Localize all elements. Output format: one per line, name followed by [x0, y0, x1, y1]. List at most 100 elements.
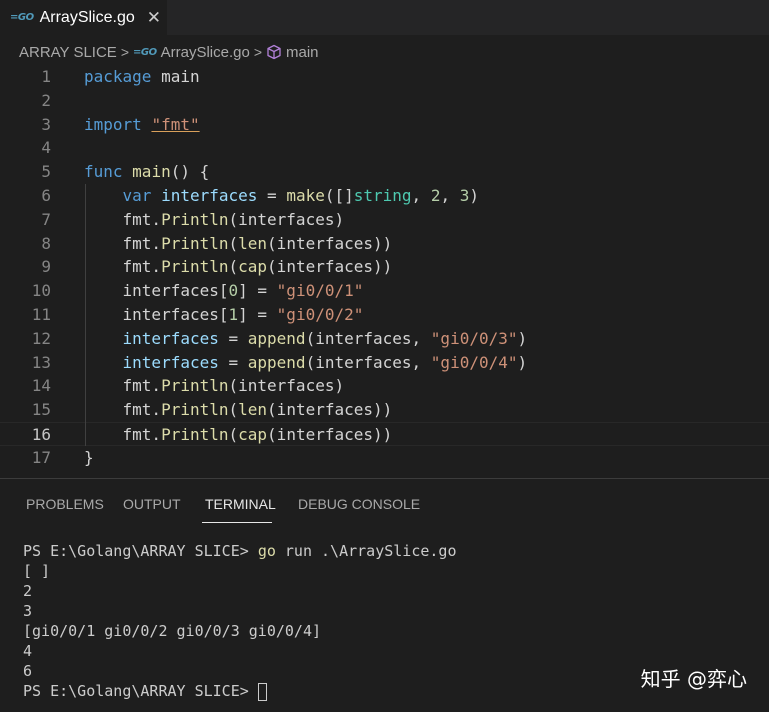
tab-problems[interactable]: PROBLEMS — [26, 496, 104, 512]
code-token: interfaces[ — [84, 305, 229, 324]
code-text: fmt.Println(cap(interfaces)) — [84, 255, 393, 279]
code-token: (interfaces)) — [267, 425, 393, 444]
breadcrumb-symbol[interactable]: main — [286, 44, 319, 61]
indent-guide — [85, 184, 86, 446]
code-token: (interfaces) — [228, 376, 345, 396]
code-token: fmt. — [84, 376, 162, 396]
code-text: interfaces[1] = "gi0/0/2" — [84, 303, 364, 327]
code-line[interactable]: 11 interfaces[1] = "gi0/0/2" — [0, 303, 769, 327]
code-line[interactable]: 13 interfaces = append(interfaces, "gi0/… — [0, 351, 769, 375]
code-token: () { — [170, 162, 210, 182]
code-token: (interfaces, — [305, 328, 431, 348]
code-token: (interfaces)) — [267, 257, 393, 277]
close-icon[interactable]: ✕ — [147, 8, 161, 28]
code-text: fmt.Println(len(interfaces)) — [84, 232, 393, 256]
terminal-output-line: [ ] — [23, 562, 51, 580]
code-line[interactable]: 12 interfaces = append(interfaces, "gi0/… — [0, 327, 769, 351]
code-line[interactable]: 16 fmt.Println(cap(interfaces)) — [0, 422, 769, 446]
go-file-icon: =GO — [133, 46, 157, 58]
code-token: (interfaces)) — [267, 233, 393, 253]
terminal-prompt: PS E:\Golang\ARRAY SLICE> — [23, 542, 258, 560]
line-number: 7 — [41, 209, 51, 229]
code-token: string — [353, 186, 412, 205]
tab-terminal[interactable]: TERMINAL — [205, 496, 276, 512]
code-token: func — [84, 162, 123, 182]
terminal-command-args: run .\ArraySlice.go — [275, 542, 457, 560]
code-token: Println — [161, 233, 229, 253]
line-number: 2 — [41, 90, 51, 110]
code-token: interfaces — [122, 352, 219, 372]
code-token: Println — [161, 376, 229, 396]
code-line[interactable]: 5 func main() { — [0, 160, 769, 184]
code-token: ) — [517, 352, 528, 372]
code-line[interactable]: 10 interfaces[0] = "gi0/0/1" — [0, 279, 769, 303]
code-token: "gi0/0/4" — [430, 352, 518, 372]
line-number: 4 — [41, 138, 51, 158]
code-token: ) — [469, 186, 479, 205]
code-line[interactable]: 4 — [0, 136, 769, 160]
code-line[interactable]: 2 — [0, 89, 769, 113]
code-token: Println — [161, 257, 229, 277]
go-file-icon: =GO — [10, 12, 34, 23]
code-line[interactable]: 15 fmt.Println(len(interfaces)) — [0, 398, 769, 422]
code-text: fmt.Println(cap(interfaces)) — [84, 423, 393, 447]
code-token: cap — [238, 257, 268, 277]
code-token: interfaces[ — [84, 281, 229, 301]
code-token: = — [257, 186, 287, 205]
line-number: 13 — [31, 352, 51, 372]
code-text: } — [84, 446, 94, 470]
code-token: cap — [238, 425, 268, 444]
code-line[interactable]: 9 fmt.Println(cap(interfaces)) — [0, 255, 769, 279]
code-token: "gi0/0/3" — [430, 328, 518, 348]
line-number: 14 — [31, 376, 51, 396]
chevron-right-icon: > — [120, 44, 130, 60]
line-number: 17 — [31, 447, 51, 467]
terminal-output[interactable]: PS E:\Golang\ARRAY SLICE> go run .\Array… — [23, 541, 457, 701]
line-number: 1 — [41, 67, 51, 86]
code-token: make — [286, 186, 325, 205]
tab-debug-console[interactable]: DEBUG CONSOLE — [298, 496, 420, 512]
terminal-command-go: go — [257, 542, 276, 560]
line-number: 16 — [31, 425, 51, 444]
code-line[interactable]: 1 package main — [0, 65, 769, 89]
code-token: , — [440, 186, 460, 205]
tab-output[interactable]: OUTPUT — [123, 496, 181, 512]
code-token: Println — [161, 425, 229, 444]
code-token: (interfaces, — [305, 352, 431, 372]
line-number: 8 — [41, 233, 51, 253]
line-number: 11 — [31, 305, 51, 324]
tab-arrayslice-go[interactable]: =GO ArraySlice.go ✕ — [0, 0, 167, 35]
line-number: 6 — [41, 186, 51, 205]
code-line[interactable]: 7 fmt.Println(interfaces) — [0, 208, 769, 232]
line-number: 15 — [31, 400, 51, 420]
code-line[interactable]: 6 var interfaces = make([]string, 2, 3) — [0, 184, 769, 208]
terminal-final-prompt: PS E:\Golang\ARRAY SLICE> — [23, 682, 258, 700]
code-line[interactable]: 14 fmt.Println(interfaces) — [0, 374, 769, 398]
code-token: ( — [228, 257, 239, 277]
code-token: len — [238, 233, 268, 253]
terminal-output-line: 4 — [23, 642, 33, 660]
code-token: import — [84, 114, 142, 134]
breadcrumb-file[interactable]: ArraySlice.go — [161, 44, 250, 61]
code-line[interactable]: 8 fmt.Println(len(interfaces)) — [0, 232, 769, 256]
code-token: package — [84, 67, 152, 86]
watermark: 知乎 @弈心 — [640, 667, 747, 691]
code-token: fmt. — [84, 257, 162, 277]
code-text: interfaces = append(interfaces, "gi0/0/3… — [84, 327, 528, 351]
code-text: fmt.Println(len(interfaces)) — [84, 398, 393, 422]
code-text: package main — [84, 65, 200, 89]
breadcrumb: ARRAY SLICE > =GO ArraySlice.go > main — [19, 40, 319, 64]
symbol-method-icon — [267, 44, 281, 60]
terminal-output-line: [gi0/0/1 gi0/0/2 gi0/0/3 gi0/0/4] — [23, 622, 322, 640]
code-line[interactable]: 3 import "fmt" — [0, 113, 769, 137]
code-token: "gi0/0/2" — [276, 305, 364, 324]
breadcrumb-folder[interactable]: ARRAY SLICE — [19, 44, 117, 61]
code-token: = — [218, 328, 248, 348]
code-line[interactable]: 17} — [0, 446, 769, 470]
code-token: main — [132, 162, 171, 182]
code-token: } — [84, 447, 94, 467]
